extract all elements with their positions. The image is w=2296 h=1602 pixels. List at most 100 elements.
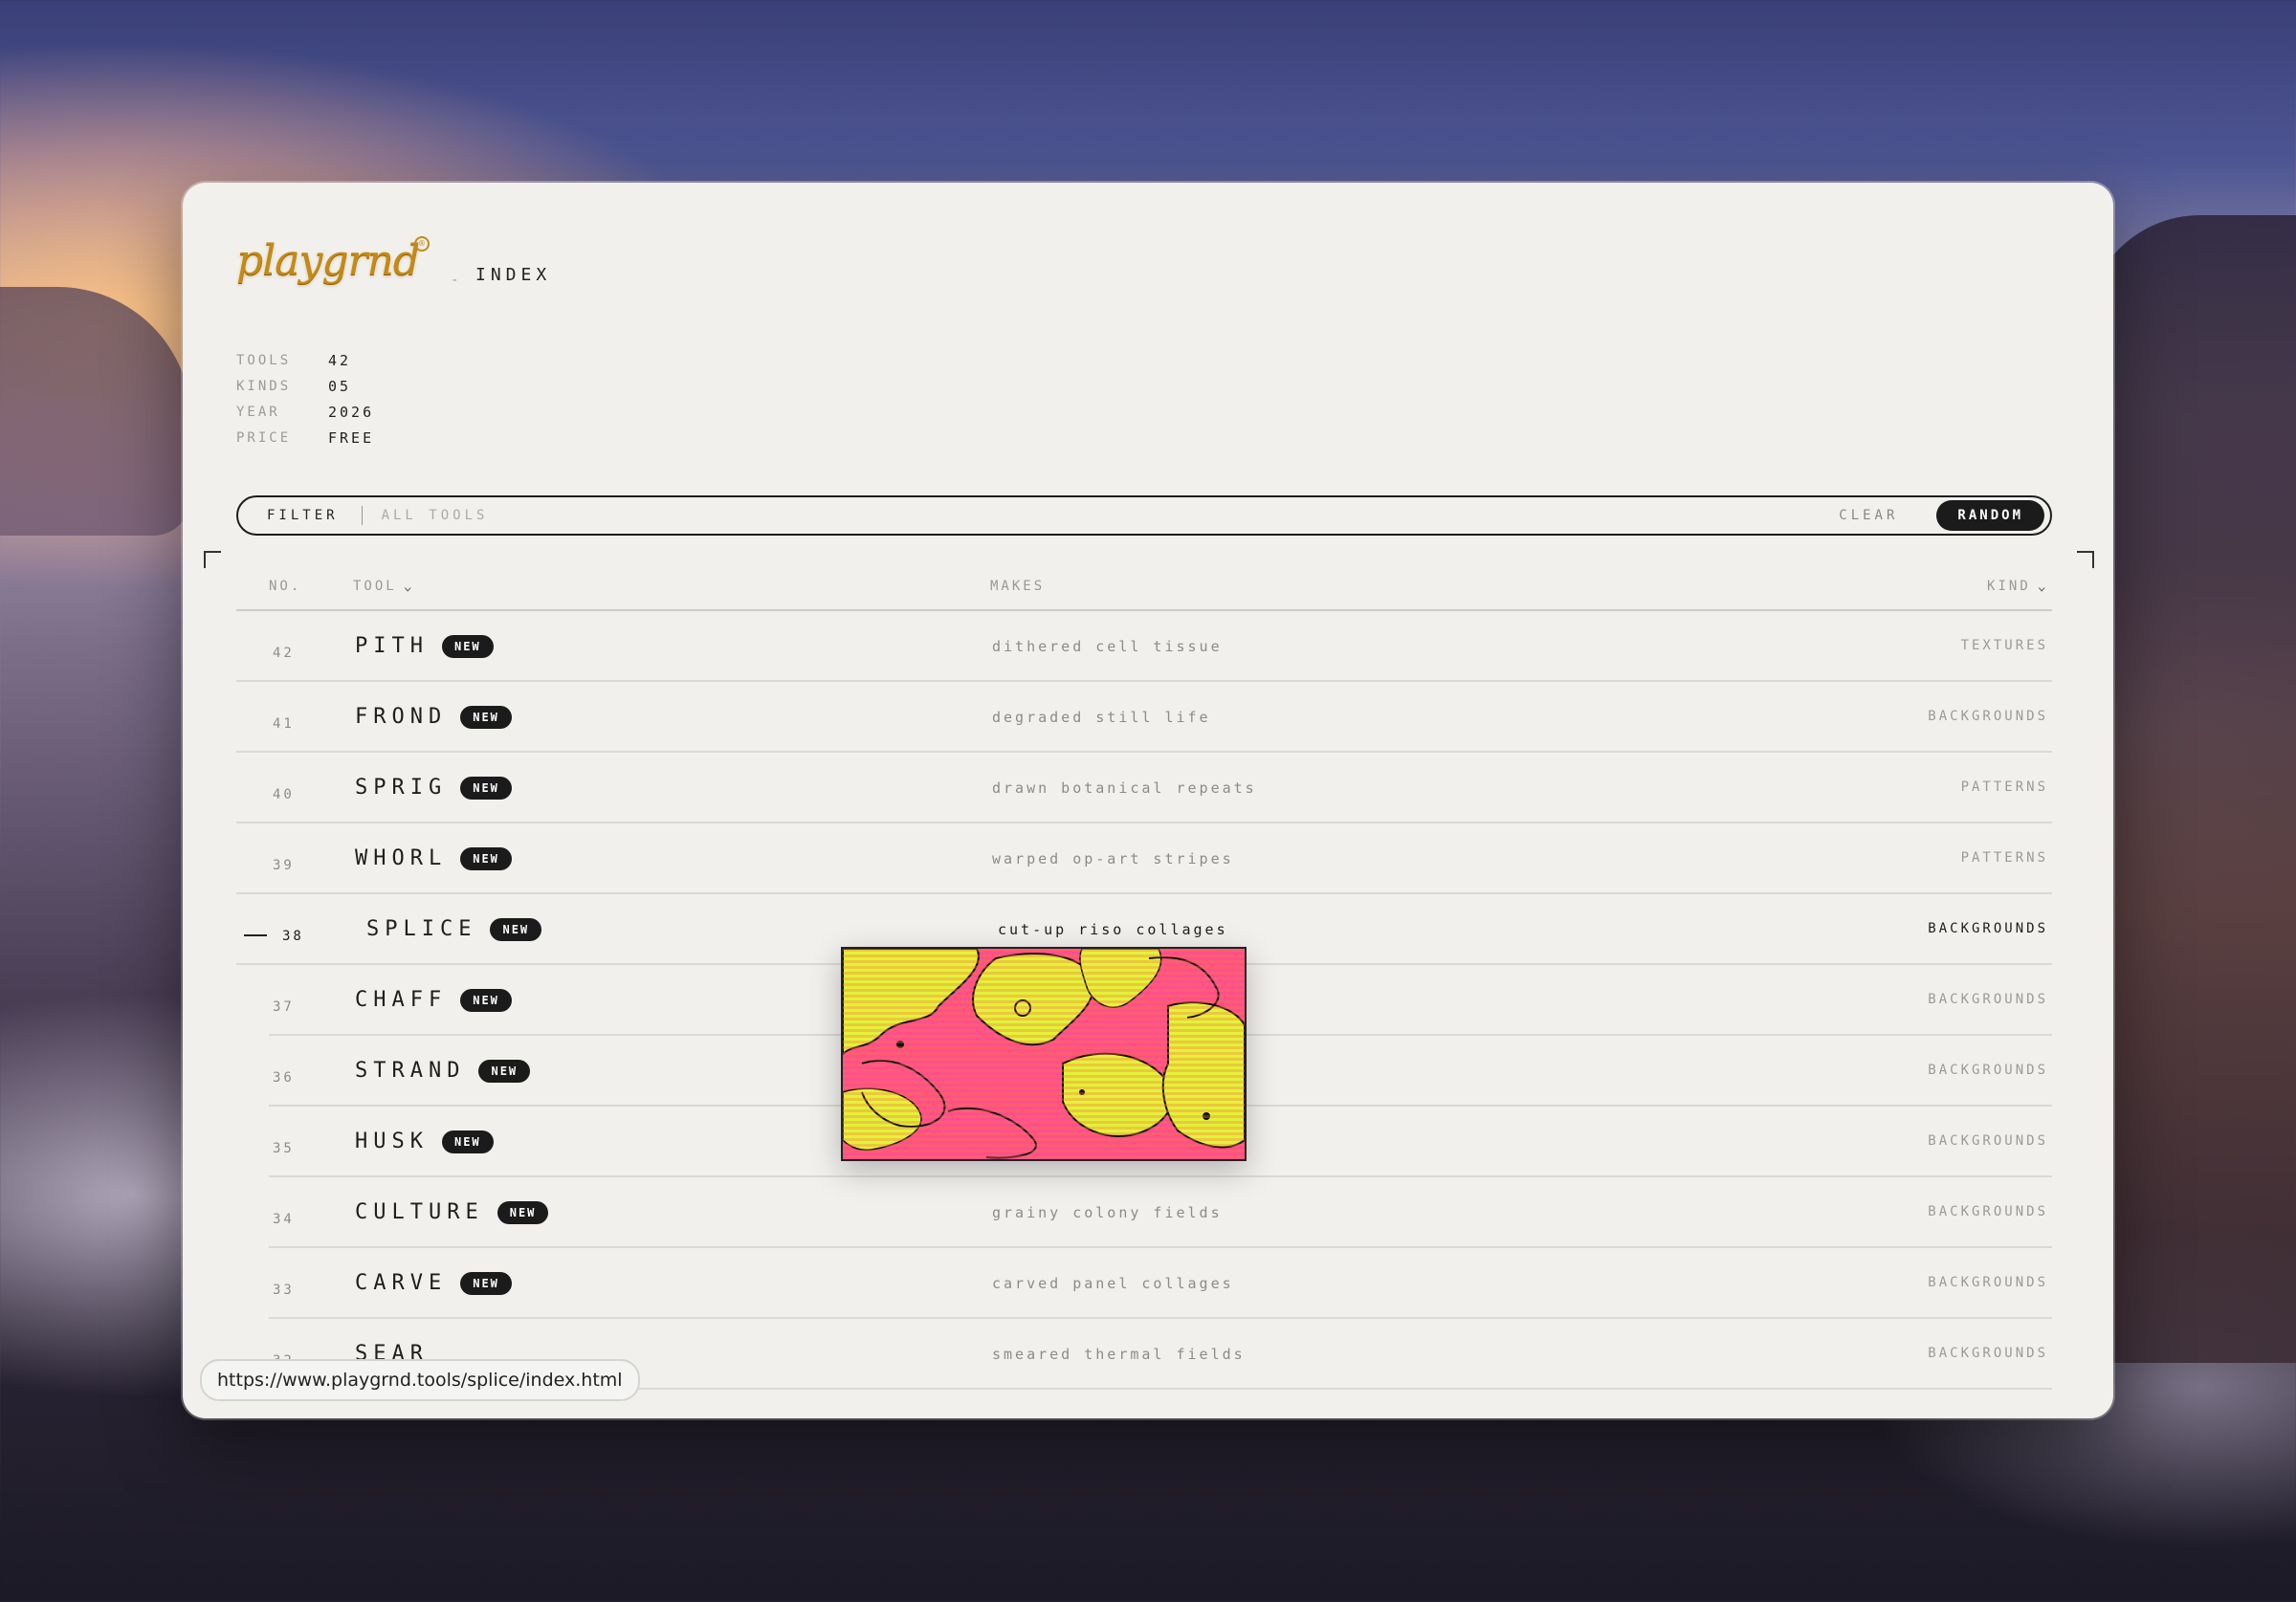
tool-makes: cut-up riso collages [998, 921, 1228, 938]
new-badge: NEW [441, 634, 494, 658]
background-hill-right [2086, 215, 2296, 1363]
chevron-down-icon[interactable]: ⌄ [403, 580, 415, 593]
stat-kinds: KINDS 05 [236, 373, 374, 399]
column-header-no: NO. [269, 579, 302, 594]
chevron-down-icon[interactable]: ⌄ [2037, 580, 2049, 593]
filter-divider [361, 506, 363, 525]
tool-makes: degraded still life [992, 709, 1211, 726]
new-badge: NEW [460, 1271, 512, 1295]
tool-kind: BACKGROUNDS [1928, 992, 2048, 1007]
stat-value: 2026 [328, 403, 375, 421]
tool-kind: BACKGROUNDS [1928, 1133, 2048, 1149]
tool-name-text: FROND [355, 705, 448, 729]
table-row[interactable]: 34 CULTURE NEW grainy colony fields BACKGROU… [269, 1177, 2052, 1248]
stat-value: 05 [328, 377, 352, 395]
row-number: 36 [273, 1070, 295, 1086]
row-number: 38 [282, 929, 304, 944]
new-badge: NEW [441, 1130, 494, 1153]
stat-value: FREE [328, 428, 375, 447]
tool-makes: drawn botanical repeats [992, 779, 1257, 797]
index-dash: - [451, 273, 459, 288]
filter-label: FILTER [267, 508, 339, 523]
stat-tools: TOOLS 42 [236, 347, 374, 373]
table-header: NO. TOOL ⌄ MAKES KIND ⌄ [236, 579, 2052, 611]
splice-preview-image [841, 947, 1247, 1161]
tool-kind: BACKGROUNDS [1928, 1275, 2048, 1290]
column-header-kind-label: KIND [1987, 579, 2031, 594]
tool-name-text: CULTURE [355, 1200, 484, 1224]
filter-bar: FILTER CLEAR RANDOM [236, 495, 2052, 536]
tool-name[interactable]: CULTURE NEW [355, 1200, 549, 1224]
tool-name-text: CARVE [355, 1271, 448, 1295]
table-row[interactable]: 41 FROND NEW degraded still life BACKGROUNDS [236, 682, 2052, 753]
tool-name-text: PITH [355, 634, 429, 658]
row-number: 41 [273, 716, 295, 732]
table-row[interactable]: 39 WHORL NEW warped op-art stripes PATTERNS [236, 823, 2052, 894]
corner-bracket-left [204, 551, 221, 568]
stat-price: PRICE FREE [236, 425, 374, 450]
status-bar-url: https://www.playgrnd.tools/splice/index.… [200, 1359, 640, 1401]
tool-name[interactable]: HUSK NEW [355, 1130, 494, 1153]
column-header-makes: MAKES [990, 579, 1046, 594]
tool-name-text: HUSK [355, 1130, 429, 1153]
tool-makes: grainy colony fields [992, 1204, 1223, 1221]
tool-makes: smeared thermal fields [992, 1346, 1246, 1363]
browser-window: playgrnd ® - INDEX TOOLS 42 KINDS 05 YEA… [183, 183, 2113, 1418]
column-header-tool[interactable]: TOOL ⌄ [353, 579, 414, 594]
row-number: 35 [273, 1141, 295, 1156]
tool-name[interactable]: SPRIG NEW [355, 776, 512, 800]
tool-kind: PATTERNS [1960, 779, 2048, 795]
new-badge: NEW [497, 1200, 549, 1224]
row-number: 39 [273, 858, 295, 873]
tool-name-text: STRAND [355, 1059, 466, 1083]
row-number: 40 [273, 787, 295, 802]
tool-kind: BACKGROUNDS [1928, 709, 2048, 724]
tool-name-text: WHORL [355, 846, 448, 870]
tool-kind: BACKGROUNDS [1928, 1346, 2048, 1361]
new-badge: NEW [460, 776, 512, 800]
stat-key: PRICE [236, 429, 292, 446]
stat-year: YEAR 2026 [236, 399, 374, 425]
stats-list: TOOLS 42 KINDS 05 YEAR 2026 PRICE FREE [236, 347, 374, 450]
filter-input[interactable] [379, 507, 1840, 524]
tool-name[interactable]: FROND NEW [355, 705, 512, 729]
tool-makes: carved panel collages [992, 1275, 1234, 1292]
tool-kind: BACKGROUNDS [1928, 1204, 2048, 1219]
background-hill-left [0, 287, 191, 536]
table-row[interactable]: 42 PITH NEW dithered cell tissue TEXTURES [236, 611, 2052, 682]
row-number: 42 [273, 646, 295, 661]
tool-name-text: SPLICE [366, 917, 477, 941]
column-header-kind[interactable]: KIND ⌄ [1987, 579, 2048, 594]
tool-name[interactable]: WHORL NEW [355, 846, 512, 870]
clear-button[interactable]: CLEAR [1839, 508, 1898, 523]
new-badge: NEW [490, 917, 542, 941]
table-row[interactable]: 33 CARVE NEW carved panel collages BACKGROUN… [269, 1248, 2052, 1319]
active-indicator [244, 934, 267, 936]
tool-name[interactable]: CHAFF NEW [355, 988, 512, 1012]
tool-kind: BACKGROUNDS [1928, 921, 2048, 936]
corner-bracket-right [2077, 551, 2094, 568]
tool-name[interactable]: PITH NEW [355, 634, 494, 658]
column-header-tool-label: TOOL [353, 579, 397, 594]
tool-name[interactable]: CARVE NEW [355, 1271, 512, 1295]
page-title: INDEX [475, 265, 552, 285]
logo-wordmark[interactable]: playgrnd [236, 236, 420, 285]
row-number: 37 [273, 999, 295, 1015]
tool-makes: dithered cell tissue [992, 638, 1223, 655]
tool-makes: warped op-art stripes [992, 850, 1234, 867]
table-row[interactable]: 40 SPRIG NEW drawn botanical repeats PATTERN… [236, 753, 2052, 823]
registered-mark: ® [414, 236, 430, 252]
tool-name[interactable]: SPLICE NEW [366, 917, 542, 941]
stat-value: 42 [328, 351, 352, 369]
random-button[interactable]: RANDOM [1936, 500, 2044, 531]
stat-key: YEAR [236, 404, 280, 420]
new-badge: NEW [478, 1059, 531, 1083]
tool-name[interactable]: STRAND NEW [355, 1059, 531, 1083]
new-badge: NEW [460, 705, 512, 729]
row-number: 33 [273, 1283, 295, 1298]
brand-logo[interactable]: playgrnd ® [236, 236, 430, 322]
stat-key: TOOLS [236, 352, 292, 368]
tool-kind: BACKGROUNDS [1928, 1063, 2048, 1078]
tool-kind: PATTERNS [1960, 850, 2048, 866]
tool-kind: TEXTURES [1960, 638, 2048, 653]
